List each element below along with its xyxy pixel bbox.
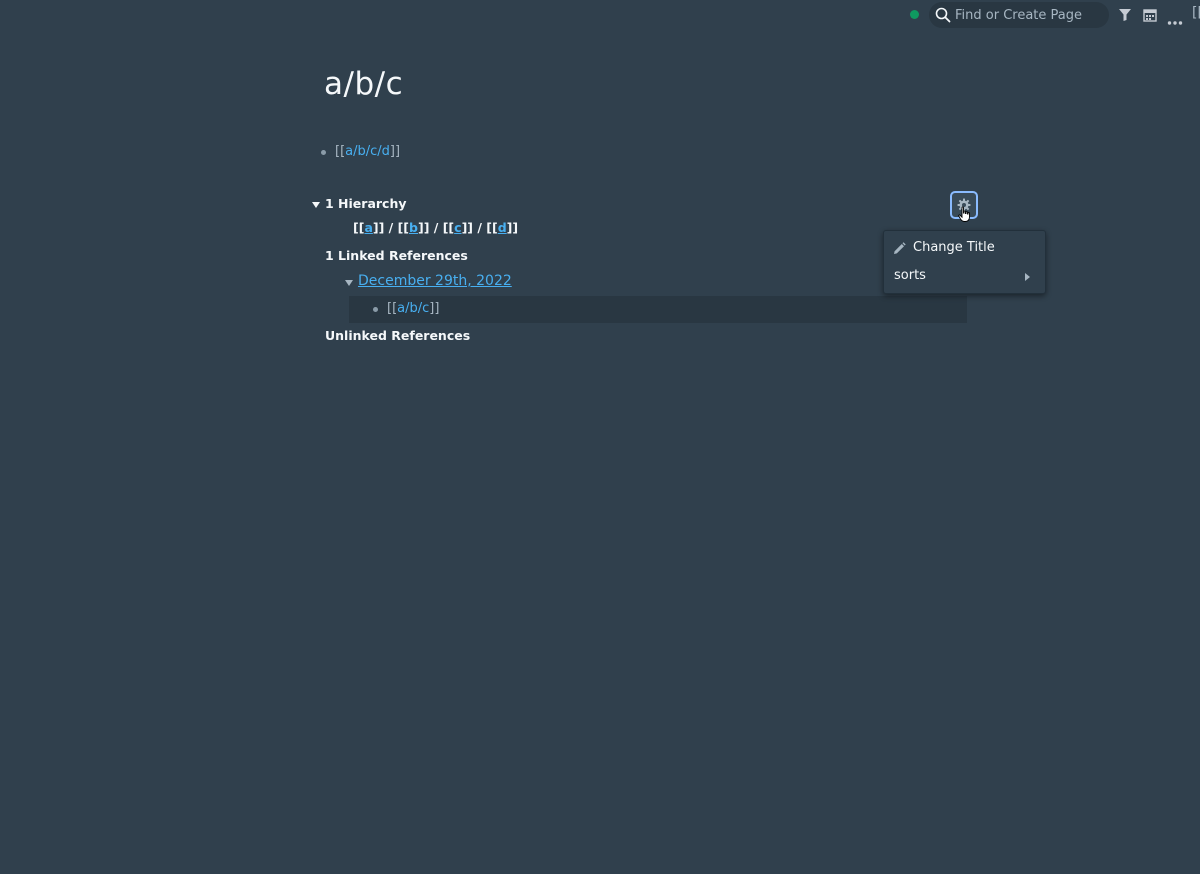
submenu-caret-icon: [1025, 273, 1030, 281]
page-ref-link[interactable]: a/b/c/d: [345, 144, 390, 159]
unlinked-references-heading[interactable]: Unlinked References: [325, 328, 470, 343]
search-icon: [935, 7, 951, 27]
ref-page-link[interactable]: December 29th, 2022: [358, 273, 512, 289]
page-settings-menu: Change Title sorts: [883, 230, 1046, 294]
filter-icon[interactable]: [1118, 7, 1132, 26]
menu-item-label: Change Title: [913, 240, 995, 255]
page-ref-link[interactable]: a/b/c: [397, 301, 429, 316]
search-box[interactable]: [929, 2, 1109, 28]
topbar: [[: [0, 0, 1200, 30]
menu-item-sorts[interactable]: sorts: [884, 264, 1045, 290]
calendar-icon[interactable]: [1143, 7, 1157, 26]
block-bullet[interactable]: [321, 150, 326, 155]
block-content[interactable]: [[a/b/c/d]]: [335, 144, 400, 159]
hierarchy-link-a[interactable]: a: [364, 220, 372, 235]
hierarchy-toggle-icon[interactable]: [312, 202, 320, 208]
hierarchy-link-c[interactable]: c: [454, 220, 461, 235]
sidebar-toggle-glyph[interactable]: [[: [1192, 5, 1200, 21]
hierarchy-heading[interactable]: 1 Hierarchy: [325, 196, 407, 211]
hierarchy-breadcrumb: [[a]] / [[b]] / [[c]] / [[d]]: [353, 220, 519, 235]
sync-status-dot: [910, 10, 919, 19]
hierarchy-link-d[interactable]: d: [498, 220, 507, 235]
ref-page-toggle-icon[interactable]: [345, 280, 353, 286]
linked-references-heading[interactable]: 1 Linked References: [325, 248, 468, 263]
menu-item-label: sorts: [894, 268, 926, 283]
more-icon[interactable]: [1167, 11, 1183, 30]
pencil-icon: [893, 242, 906, 259]
ref-block[interactable]: [[a/b/c]]: [349, 296, 967, 323]
hand-cursor-icon: [958, 206, 972, 227]
menu-item-change-title[interactable]: Change Title: [884, 236, 1045, 262]
block-bullet[interactable]: [373, 307, 378, 312]
search-input[interactable]: [955, 5, 1105, 25]
page-title[interactable]: a/b/c: [324, 66, 403, 102]
hierarchy-link-b[interactable]: b: [409, 220, 418, 235]
ref-block-content[interactable]: [[a/b/c]]: [387, 301, 439, 316]
